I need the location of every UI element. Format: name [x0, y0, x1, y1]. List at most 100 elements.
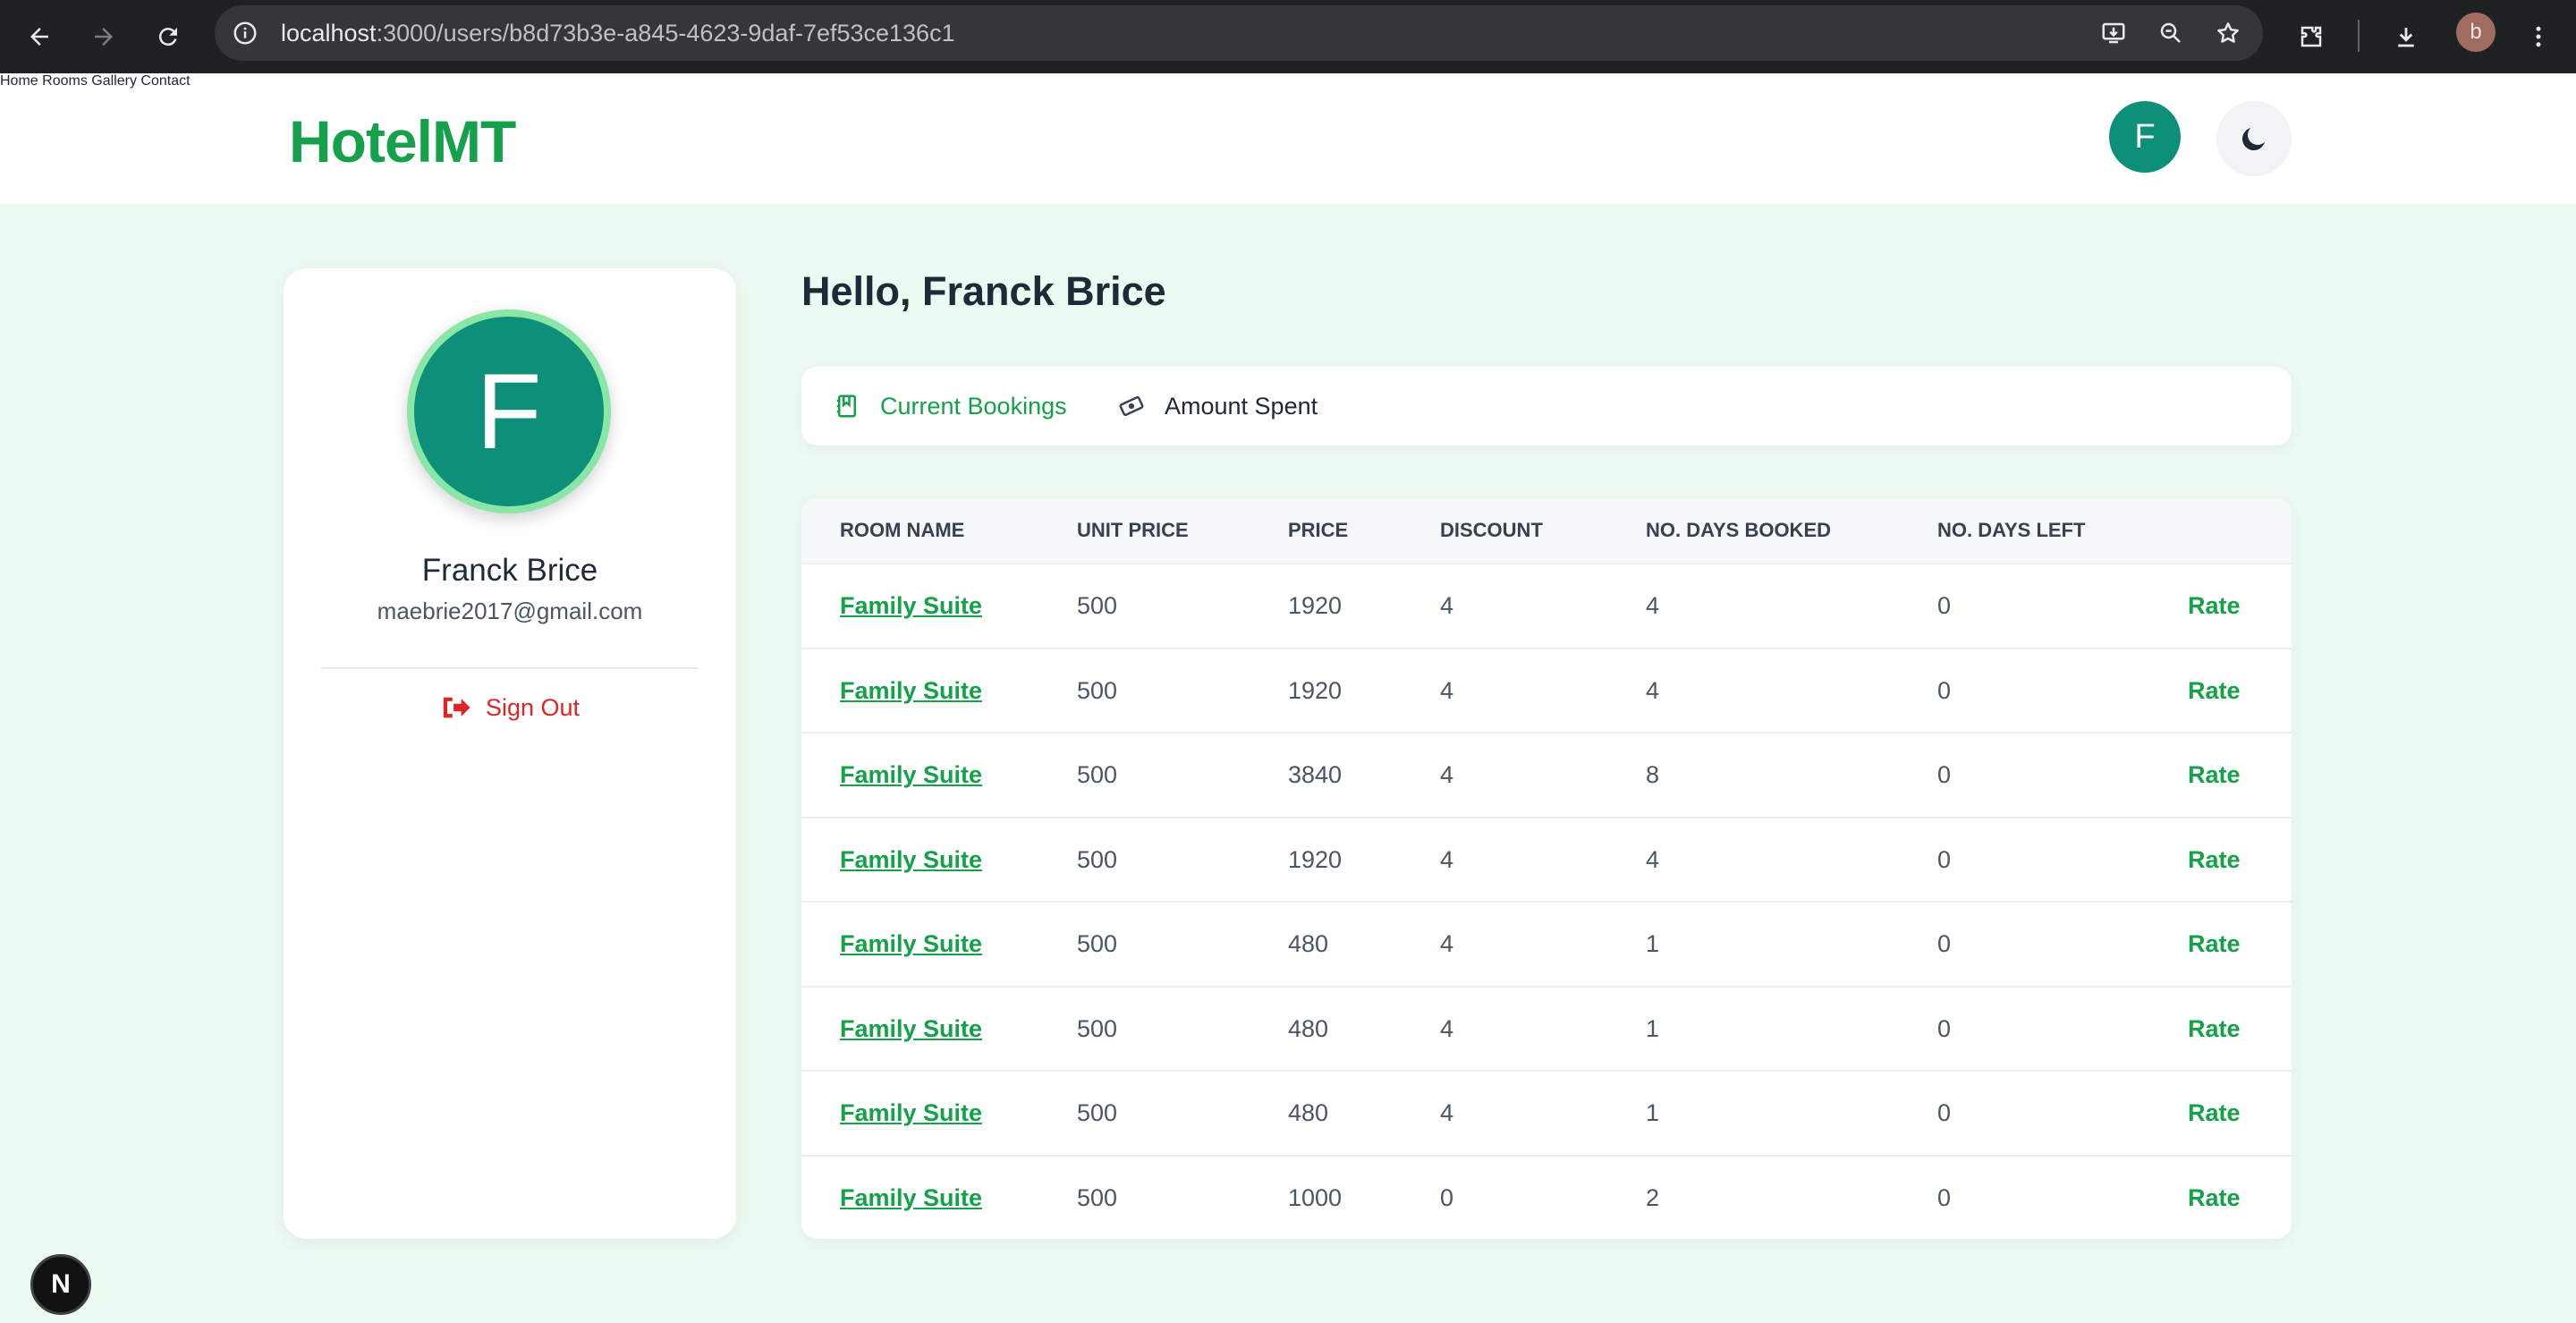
site-header: HotelMT Home Rooms Gallery Contact F — [0, 73, 2576, 204]
room-name-link[interactable]: Family Suite — [840, 1072, 982, 1155]
sign-out-button[interactable]: Sign Out — [439, 692, 580, 723]
table-row: Family Suite 500 1920 4 4 0 Rate — [801, 816, 2292, 902]
booking-icon — [836, 394, 856, 418]
cell-days-left: 0 — [1937, 761, 1952, 788]
rate-button[interactable]: Rate — [2188, 564, 2241, 648]
divider — [321, 667, 699, 669]
back-button[interactable] — [18, 15, 61, 58]
column-header-room-name: ROOM NAME — [840, 519, 965, 541]
cell-price: 1000 — [1288, 1183, 1343, 1211]
theme-toggle-button[interactable] — [2216, 101, 2292, 176]
cell-days-booked: 4 — [1646, 845, 1660, 873]
reload-icon — [158, 28, 177, 47]
cell-price: 480 — [1288, 1014, 1329, 1042]
rate-button[interactable]: Rate — [2188, 734, 2241, 817]
cell-days-booked: 8 — [1646, 761, 1660, 788]
cell-days-booked: 1 — [1646, 1014, 1660, 1042]
url-path: :3000/users/b8d73b3e-a845-4623-9daf-7ef5… — [376, 20, 955, 47]
table-row: Family Suite 500 1000 0 2 0 Rate — [801, 1154, 2292, 1240]
kebab-menu-icon — [2536, 26, 2541, 47]
browser-menu-button[interactable] — [2517, 15, 2560, 58]
cell-discount: 0 — [1440, 1183, 1454, 1211]
main-nav: Home Rooms Gallery Contact — [0, 73, 2576, 89]
sign-out-label: Sign Out — [486, 693, 580, 721]
table-row: Family Suite 500 480 4 1 0 Rate — [801, 901, 2292, 986]
nav-home[interactable]: Home — [0, 73, 38, 89]
cell-discount: 4 — [1440, 845, 1454, 873]
cell-days-left: 0 — [1937, 845, 1952, 873]
profile-card: F Franck Brice maebrie2017@gmail.com Sig… — [284, 268, 736, 1239]
install-app-icon[interactable] — [2095, 15, 2132, 51]
site-logo[interactable]: HotelMT — [289, 107, 516, 175]
rate-button[interactable]: Rate — [2188, 649, 2241, 733]
room-name-link[interactable]: Family Suite — [840, 818, 982, 902]
nav-contact[interactable]: Contact — [140, 73, 190, 89]
tab-label: Amount Spent — [1165, 392, 1318, 420]
cell-days-booked: 1 — [1646, 930, 1660, 957]
site-info-icon[interactable] — [227, 15, 263, 51]
cell-price: 3840 — [1288, 761, 1343, 788]
profile-name: Franck Brice — [421, 553, 598, 588]
cell-discount: 4 — [1440, 592, 1454, 619]
cell-discount: 4 — [1440, 761, 1454, 788]
rate-button[interactable]: Rate — [2188, 1072, 2241, 1155]
cell-days-left: 0 — [1937, 930, 1952, 957]
cell-days-left: 0 — [1937, 1099, 1952, 1126]
cell-days-booked: 4 — [1646, 592, 1660, 619]
cell-discount: 4 — [1440, 1014, 1454, 1042]
zoom-icon[interactable] — [2152, 15, 2190, 51]
header-user-avatar[interactable]: F — [2109, 101, 2181, 173]
cell-unit-price: 500 — [1077, 761, 1118, 788]
rate-button[interactable]: Rate — [2188, 1157, 2241, 1240]
forward-button[interactable] — [82, 15, 125, 58]
table-row: Family Suite 500 480 4 1 0 Rate — [801, 1070, 2292, 1155]
room-name-link[interactable]: Family Suite — [840, 734, 982, 817]
url-host: localhost — [281, 20, 377, 47]
room-name-link[interactable]: Family Suite — [840, 903, 982, 986]
rate-button[interactable]: Rate — [2188, 988, 2241, 1071]
bookmark-star-icon[interactable] — [2209, 15, 2247, 51]
cell-unit-price: 500 — [1077, 930, 1118, 957]
cell-discount: 4 — [1440, 1099, 1454, 1126]
cell-days-left: 0 — [1937, 1183, 1952, 1211]
sign-out-icon — [443, 697, 470, 718]
cell-days-left: 0 — [1937, 592, 1952, 619]
table-row: Family Suite 500 3840 4 8 0 Rate — [801, 732, 2292, 817]
cell-price: 1920 — [1288, 592, 1343, 619]
cell-days-booked: 2 — [1646, 1183, 1660, 1211]
cell-price: 480 — [1288, 930, 1329, 957]
profile-email: maebrie2017@gmail.com — [377, 598, 643, 624]
arrow-left-icon — [30, 28, 48, 46]
puzzle-icon — [2301, 26, 2322, 47]
tab-current-bookings[interactable]: Current Bookings — [834, 367, 1067, 445]
cell-unit-price: 500 — [1077, 592, 1118, 619]
money-icon — [1119, 395, 1144, 417]
reload-button[interactable] — [147, 15, 190, 58]
arrow-right-icon — [95, 28, 113, 46]
tab-label: Current Bookings — [880, 392, 1067, 420]
cell-price: 1920 — [1288, 676, 1343, 704]
download-icon — [2398, 28, 2414, 47]
room-name-link[interactable]: Family Suite — [840, 649, 982, 733]
dev-tools-badge[interactable]: N — [30, 1254, 91, 1315]
nav-rooms[interactable]: Rooms — [42, 73, 88, 89]
room-name-link[interactable]: Family Suite — [840, 988, 982, 1071]
cell-discount: 4 — [1440, 930, 1454, 957]
profile-avatar: F — [407, 310, 611, 513]
nav-gallery[interactable]: Gallery — [91, 73, 137, 89]
address-bar[interactable]: localhost:3000/users/b8d73b3e-a845-4623-… — [215, 5, 2263, 61]
tabs-bar: Current Bookings Amount Spent — [801, 367, 2292, 445]
page-greeting: Hello, Franck Brice — [801, 268, 1166, 314]
downloads-button[interactable] — [2385, 15, 2428, 58]
extensions-button[interactable] — [2290, 15, 2333, 58]
moon-icon — [2241, 128, 2265, 151]
tab-amount-spent[interactable]: Amount Spent — [1118, 367, 1318, 445]
browser-profile-avatar[interactable]: b — [2456, 13, 2496, 52]
cell-unit-price: 500 — [1077, 1099, 1118, 1126]
room-name-link[interactable]: Family Suite — [840, 564, 982, 648]
room-name-link[interactable]: Family Suite — [840, 1157, 982, 1240]
rate-button[interactable]: Rate — [2188, 903, 2241, 986]
column-header-price: PRICE — [1288, 519, 1349, 541]
url-text[interactable]: localhost:3000/users/b8d73b3e-a845-4623-… — [281, 5, 955, 61]
rate-button[interactable]: Rate — [2188, 818, 2241, 902]
